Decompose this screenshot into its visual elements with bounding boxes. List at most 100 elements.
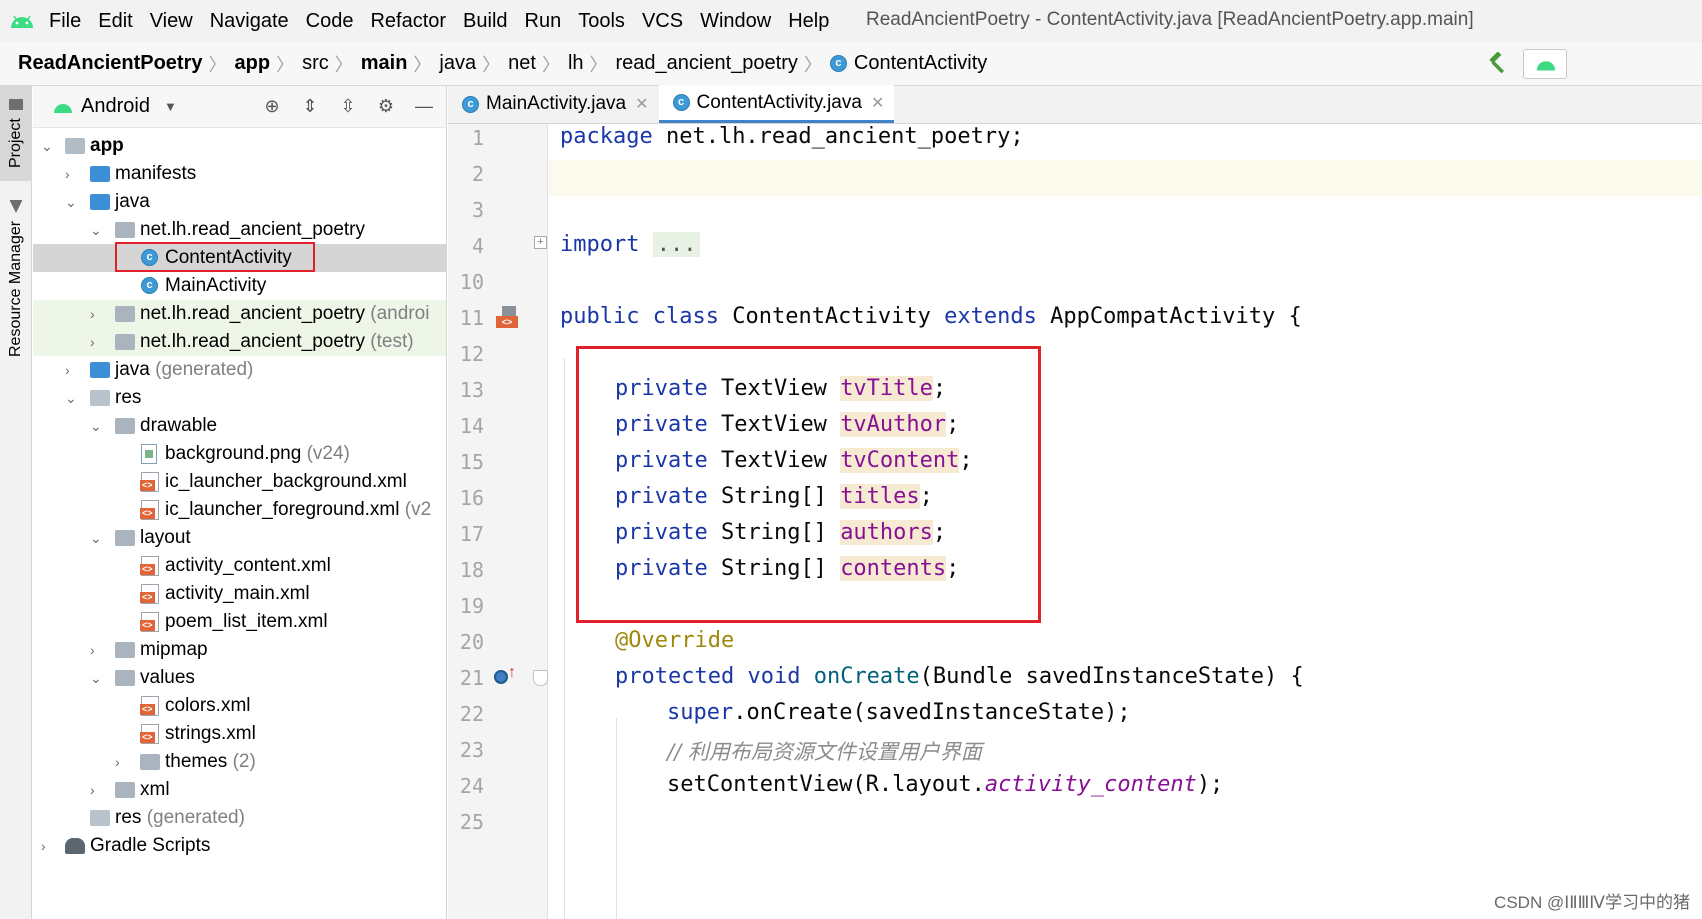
package-icon bbox=[115, 334, 135, 350]
chevron-down-icon[interactable]: ⌄ bbox=[65, 391, 79, 405]
resource-manager-tool-tab[interactable]: Resource Manager bbox=[0, 191, 32, 366]
close-icon[interactable]: ✕ bbox=[871, 93, 884, 113]
tree-item-label-group: res (generated) bbox=[115, 807, 245, 829]
tree-item-hint: (generated) bbox=[155, 359, 254, 380]
override-method-icon[interactable] bbox=[494, 670, 508, 684]
tree-item-background-png[interactable]: background.png (v24) bbox=[33, 440, 446, 468]
menu-window[interactable]: Window bbox=[700, 10, 771, 33]
tree-item-poem-list-item-xml[interactable]: poem_list_item.xml bbox=[33, 608, 446, 636]
menu-refactor[interactable]: Refactor bbox=[370, 10, 446, 33]
tree-item-java-generated[interactable]: › java (generated) bbox=[33, 356, 446, 384]
run-config-selector[interactable] bbox=[1523, 49, 1567, 79]
tree-item-values[interactable]: ⌄ values bbox=[33, 664, 446, 692]
crumb-src[interactable]: src bbox=[302, 52, 329, 75]
tree-item-xml[interactable]: › xml bbox=[33, 776, 446, 804]
menu-file[interactable]: File bbox=[49, 10, 81, 33]
menu-edit[interactable]: Edit bbox=[98, 10, 132, 33]
menu-run[interactable]: Run bbox=[525, 10, 562, 33]
chevron-right-icon[interactable]: › bbox=[90, 335, 104, 349]
tree-item-package-test[interactable]: › net.lh.read_ancient_poetry (test) bbox=[33, 328, 446, 356]
tree-item-gradle-scripts[interactable]: › Gradle Scripts bbox=[33, 832, 446, 860]
xml-file-icon bbox=[140, 584, 159, 604]
tree-item-res-generated[interactable]: res (generated) bbox=[33, 804, 446, 832]
code-line-20: @Override bbox=[615, 628, 734, 653]
crumb-main[interactable]: main bbox=[361, 52, 408, 75]
tree-item-colors-xml[interactable]: colors.xml bbox=[33, 692, 446, 720]
menu-tools[interactable]: Tools bbox=[578, 10, 625, 33]
build-hammer-icon[interactable] bbox=[1486, 52, 1510, 76]
tree-item-activity-content-xml[interactable]: activity_content.xml bbox=[33, 552, 446, 580]
image-file-icon bbox=[141, 444, 157, 464]
gear-icon[interactable]: ⚙ bbox=[374, 94, 398, 118]
crumb-app[interactable]: app bbox=[235, 52, 271, 75]
tree-item-package[interactable]: ⌄ net.lh.read_ancient_poetry bbox=[33, 216, 446, 244]
tree-item-label: Gradle Scripts bbox=[90, 835, 211, 856]
crumb-net[interactable]: net bbox=[508, 52, 536, 75]
layout-xml-gutter-icon[interactable]: <> bbox=[496, 306, 518, 328]
code-editor[interactable]: 1 2 3 4 10 11 12 13 14 15 16 17 18 19 20… bbox=[448, 124, 1702, 919]
collapse-all-icon[interactable]: ⇳ bbox=[336, 94, 360, 118]
crumb-lh[interactable]: lh bbox=[568, 52, 584, 75]
chevron-down-icon[interactable]: ⌄ bbox=[90, 419, 104, 433]
keyword: super bbox=[667, 700, 734, 725]
crumb-package[interactable]: read_ancient_poetry bbox=[616, 52, 798, 75]
menu-help[interactable]: Help bbox=[788, 10, 829, 33]
locate-target-icon[interactable]: ⊕ bbox=[260, 94, 284, 118]
folder-icon bbox=[115, 418, 135, 434]
chevron-down-icon[interactable]: ⌄ bbox=[90, 671, 104, 685]
menu-view[interactable]: View bbox=[150, 10, 193, 33]
fold-collapse-icon[interactable] bbox=[533, 670, 548, 686]
line-number: 18 bbox=[459, 558, 484, 582]
chevron-down-icon[interactable]: ⌄ bbox=[90, 531, 104, 545]
menu-vcs[interactable]: VCS bbox=[642, 10, 683, 33]
chevron-right-icon[interactable]: › bbox=[115, 755, 129, 769]
chevron-right-icon[interactable]: › bbox=[41, 839, 55, 853]
tab-label: ContentActivity.java bbox=[696, 91, 862, 113]
tree-item-activity-main-xml[interactable]: activity_main.xml bbox=[33, 580, 446, 608]
tree-item-manifests[interactable]: › manifests bbox=[33, 160, 446, 188]
project-view-selector[interactable]: Android bbox=[81, 95, 150, 118]
chevron-right-icon[interactable]: › bbox=[90, 307, 104, 321]
project-tool-tab[interactable]: Project bbox=[0, 86, 32, 181]
tab-main-activity[interactable]: c MainActivity.java ✕ bbox=[448, 85, 659, 123]
tree-item-layout[interactable]: ⌄ layout bbox=[33, 524, 446, 552]
tree-item-package-androidtest[interactable]: › net.lh.read_ancient_poetry (androi bbox=[33, 300, 446, 328]
crumb-class[interactable]: c ContentActivity bbox=[829, 52, 987, 75]
tree-item-strings-xml[interactable]: strings.xml bbox=[33, 720, 446, 748]
close-icon[interactable]: ✕ bbox=[635, 94, 648, 114]
chevron-down-icon[interactable]: ▼ bbox=[164, 99, 177, 114]
tab-content-activity[interactable]: c ContentActivity.java ✕ bbox=[658, 85, 895, 123]
line-number: 12 bbox=[459, 342, 484, 366]
tree-item-app[interactable]: ⌄ app bbox=[33, 132, 446, 160]
android-app-icon bbox=[1536, 61, 1556, 71]
android-studio-icon bbox=[11, 15, 33, 28]
expand-all-icon[interactable]: ⇕ bbox=[298, 94, 322, 118]
gradle-elephant-icon bbox=[65, 838, 85, 854]
tree-item-main-activity[interactable]: c MainActivity bbox=[33, 272, 446, 300]
minimize-icon[interactable]: — bbox=[412, 94, 436, 118]
crumb-java[interactable]: java bbox=[439, 52, 476, 75]
chevron-right-icon[interactable]: › bbox=[90, 643, 104, 657]
tree-item-drawable[interactable]: ⌄ drawable bbox=[33, 412, 446, 440]
chevron-down-icon[interactable]: ⌄ bbox=[41, 139, 55, 153]
menu-build[interactable]: Build bbox=[463, 10, 507, 33]
tree-item-ic-launcher-background[interactable]: ic_launcher_background.xml bbox=[33, 468, 446, 496]
resource-folder-icon bbox=[90, 390, 110, 406]
tree-item-mipmap[interactable]: › mipmap bbox=[33, 636, 446, 664]
menu-code[interactable]: Code bbox=[306, 10, 354, 33]
crumb-project[interactable]: ReadAncientPoetry bbox=[18, 52, 203, 75]
tree-item-themes[interactable]: › themes (2) bbox=[33, 748, 446, 776]
resource-manager-tab-label: Resource Manager bbox=[7, 220, 24, 358]
tree-item-res[interactable]: ⌄ res bbox=[33, 384, 446, 412]
fold-expand-icon[interactable]: + bbox=[534, 236, 547, 249]
chevron-down-icon[interactable]: ⌄ bbox=[90, 223, 104, 237]
chevron-right-icon[interactable]: › bbox=[65, 167, 79, 181]
chevron-down-icon[interactable]: ⌄ bbox=[65, 195, 79, 209]
tree-item-ic-launcher-foreground[interactable]: ic_launcher_foreground.xml (v2 bbox=[33, 496, 446, 524]
chevron-right-icon[interactable]: › bbox=[90, 783, 104, 797]
tree-item-java[interactable]: ⌄ java bbox=[33, 188, 446, 216]
menu-navigate[interactable]: Navigate bbox=[210, 10, 289, 33]
tool-window-stripe: Project Resource Manager bbox=[0, 86, 32, 919]
chevron-right-icon[interactable]: › bbox=[65, 363, 79, 377]
folded-imports[interactable]: ... bbox=[652, 232, 701, 257]
